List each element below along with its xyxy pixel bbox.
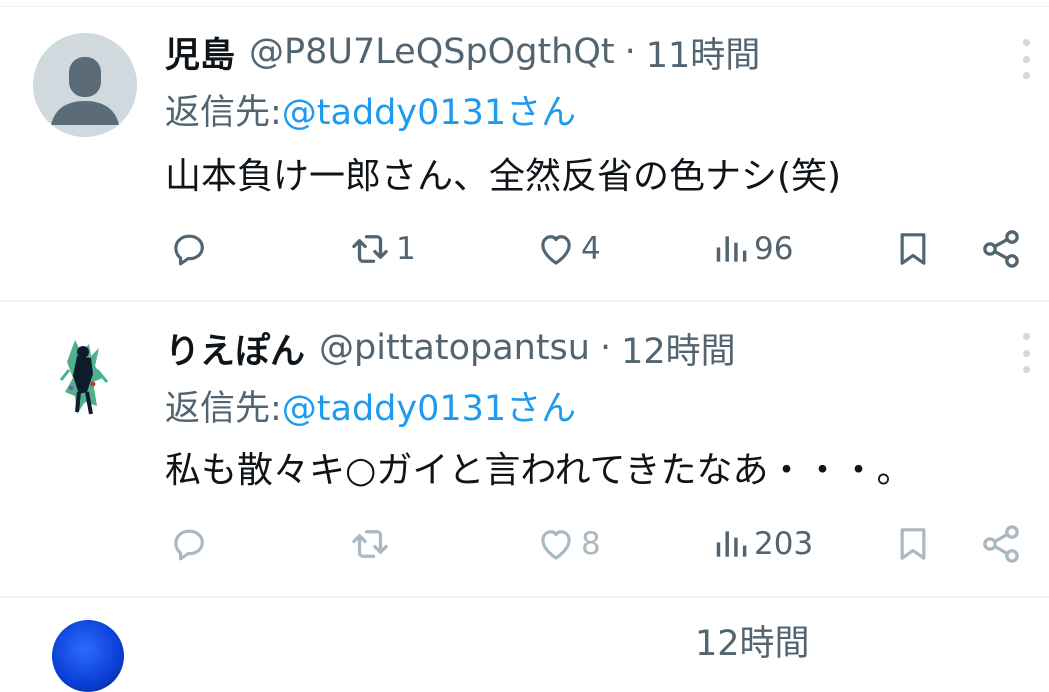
like-button[interactable]: 8 [535,522,601,566]
views-count: 96 [754,231,794,267]
reply-target-link[interactable]: @taddy0131さん [282,380,576,431]
tweet-text: 私も散々キ○ガイと言われてきたなあ・・・。 [165,450,913,491]
illustration-avatar [33,322,137,426]
user-handle[interactable]: @P8U7LeQSpOgthQt [249,32,615,72]
share-icon [983,525,1019,563]
retweet-button[interactable]: 1 [348,227,416,271]
heart-icon [541,235,571,265]
views-count: 203 [754,526,814,562]
reply-icon [174,529,204,561]
tweet-header: 12時間 [165,612,810,668]
reply-to-line: 返信先: @taddy0131さん [165,84,576,134]
separator-dot: · [624,32,636,72]
share-icon [983,230,1019,268]
timestamp[interactable]: 12時間 [621,323,736,374]
reply-icon [174,234,204,266]
timestamp[interactable]: 11時間 [646,27,761,78]
retweet-button[interactable] [348,522,396,566]
avatar[interactable] [33,322,137,426]
bookmark-icon [900,233,926,265]
reply-target-link[interactable]: @taddy0131さん [282,84,576,135]
bookmark-icon [900,528,926,560]
views-button[interactable]: 96 [712,227,793,271]
display-name[interactable]: 児島 [165,27,235,78]
retweet-count: 1 [396,231,416,267]
avatar[interactable] [33,33,137,137]
tweet-divider [0,596,1049,598]
avatar[interactable] [52,620,124,692]
more-options-icon[interactable] [1014,333,1038,373]
top-divider [0,6,1049,7]
bookmark-button[interactable] [893,227,933,271]
views-icon [716,531,747,557]
user-handle[interactable]: @pittatopantsu [319,328,590,368]
tweet-header: 児島 @P8U7LeQSpOgthQt · 11時間 [165,24,760,80]
like-count: 8 [581,526,601,562]
reply-prefix: 返信先: [165,92,282,133]
reply-to-line: 返信先: @taddy0131さん [165,380,576,430]
retweet-icon [352,235,388,263]
tweet-text: 山本負け一郎さん、全然反省の色ナシ(笑) [165,156,842,197]
separator-dot: · [599,328,612,368]
default-profile-icon [33,33,137,137]
like-count: 4 [581,231,601,267]
views-icon [716,236,747,262]
timestamp[interactable]: 12時間 [695,615,810,666]
bookmark-button[interactable] [893,522,933,566]
display-name[interactable]: りえぽん [165,323,305,374]
retweet-icon [352,530,388,558]
like-button[interactable]: 4 [535,227,601,271]
share-button[interactable] [979,522,1023,566]
tweet-divider [0,300,1049,302]
heart-icon [541,530,571,560]
more-options-icon[interactable] [1014,39,1038,79]
views-button[interactable]: 203 [712,522,813,566]
tweet-header: りえぽん @pittatopantsu · 12時間 [165,320,736,376]
reply-prefix: 返信先: [165,388,282,429]
reply-button[interactable] [168,522,210,566]
reply-button[interactable] [168,227,210,271]
share-button[interactable] [979,227,1023,271]
